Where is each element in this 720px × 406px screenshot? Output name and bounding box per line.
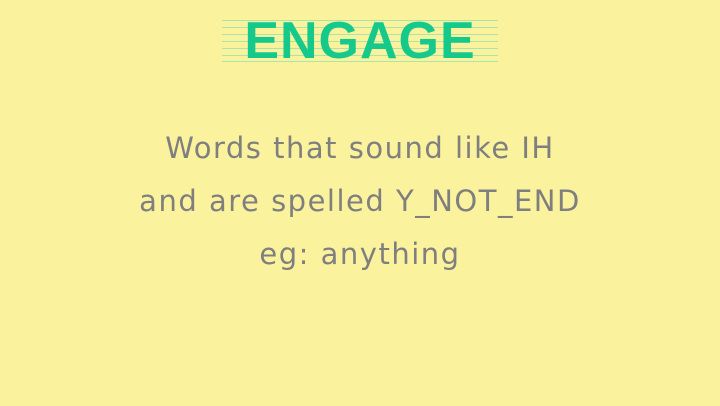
example-line: eg: anything [259,237,461,271]
prompt-line-2: and are spelled Y_NOT_END [139,184,581,218]
title-banner: ENGAGE [222,12,498,70]
page-title: ENGAGE [244,12,476,70]
prompt-line-1: Words that sound like IH [165,131,555,165]
